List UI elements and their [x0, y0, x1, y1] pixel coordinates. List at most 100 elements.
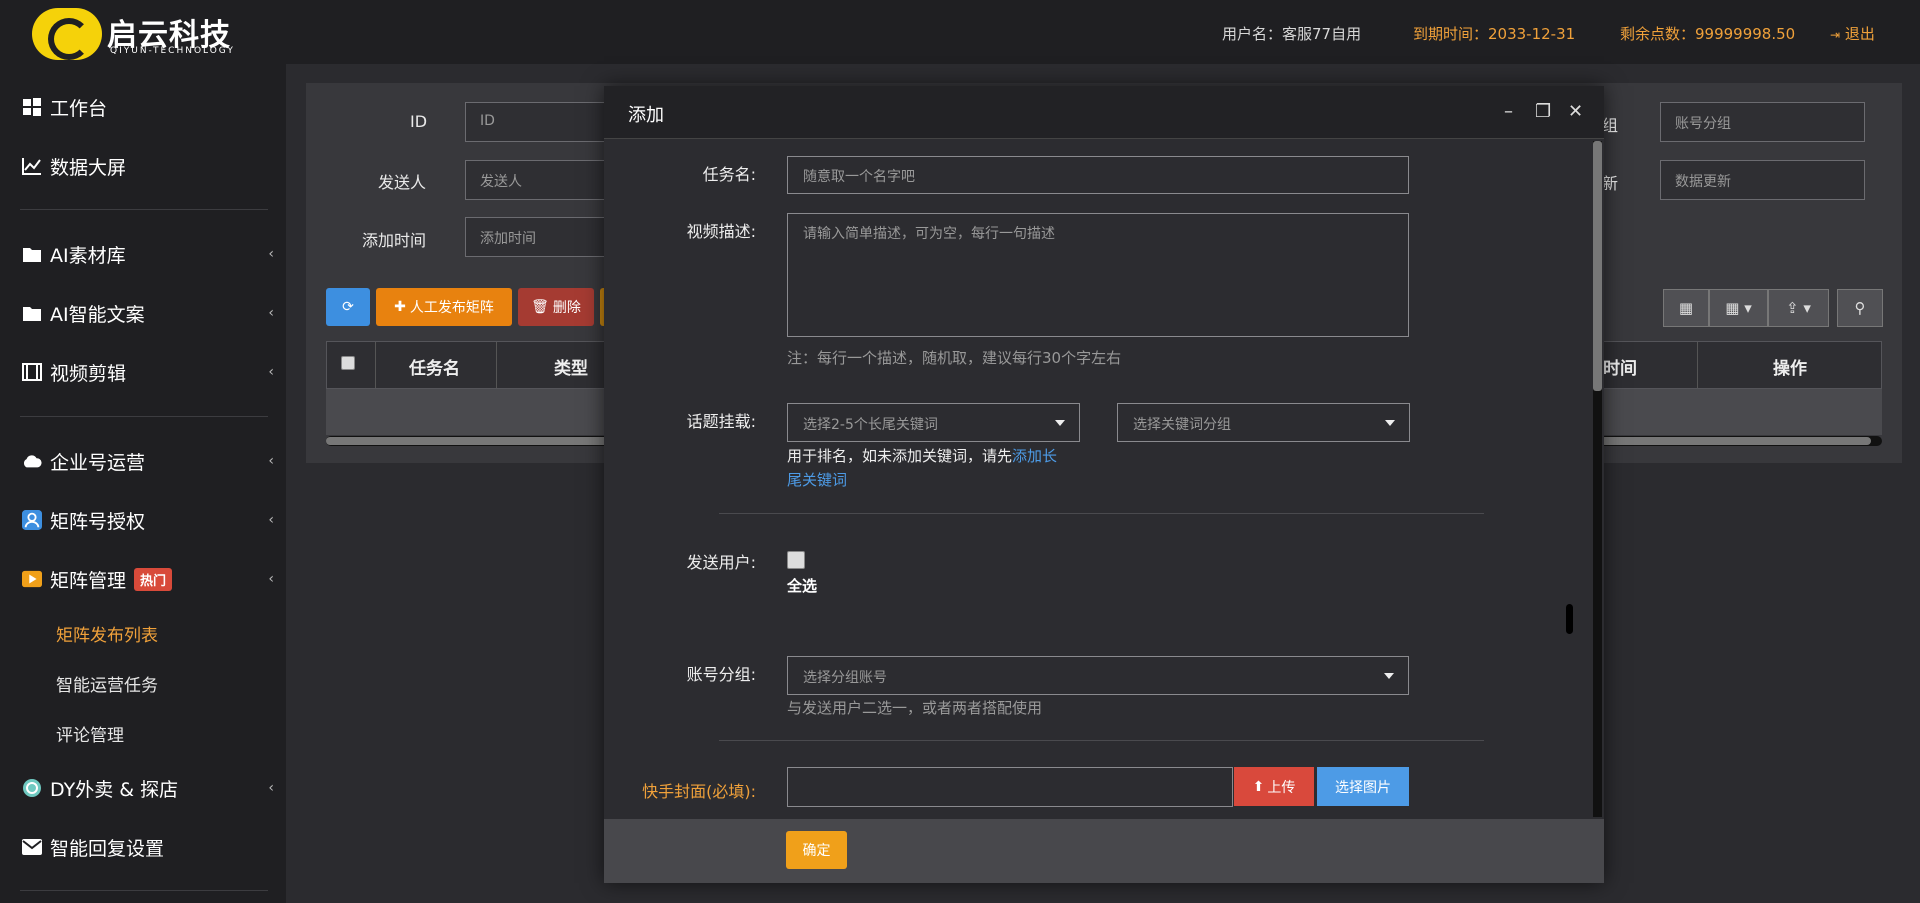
delete-label: 删除 [552, 300, 581, 316]
select-all-checkbox[interactable] [787, 551, 805, 569]
scrollbar-thumb[interactable] [1593, 141, 1602, 391]
col-header-type[interactable]: 类型 [554, 354, 588, 379]
windows-icon [22, 98, 42, 116]
video-desc-textarea[interactable]: 请输入简单描述，可为空，每行一句描述 [787, 213, 1409, 337]
globe-icon [22, 779, 42, 797]
manual-publish-button[interactable]: ✚ 人工发布矩阵 [376, 288, 512, 326]
confirm-button[interactable]: 确定 [786, 831, 847, 869]
cloud-icon [22, 452, 42, 470]
caret-down-icon [1055, 420, 1065, 426]
sidebar-subitem-smart-ops[interactable]: 智能运营任务 [56, 671, 158, 696]
select-all-rows-checkbox[interactable] [341, 356, 355, 370]
choose-image-button[interactable]: 选择图片 [1317, 767, 1409, 806]
logout-label: 退出 [1844, 25, 1875, 43]
export-dropdown-button[interactable]: ⇪ ▾ [1768, 289, 1829, 327]
col-header-time[interactable]: 时间 [1603, 354, 1637, 379]
sidebar-item-ai-material[interactable]: AI素材库 ‹ [22, 234, 274, 274]
kuaishou-cover-input[interactable] [787, 767, 1233, 807]
film-icon [22, 363, 42, 381]
sidebar-divider [20, 416, 268, 417]
divider [719, 740, 1484, 741]
sidebar-item-video-edit[interactable]: 视频剪辑 ‹ [22, 352, 274, 392]
modal-footer: 确定 [604, 819, 1604, 883]
sidebar-item-label: 工作台 [50, 97, 108, 120]
topic-hint-text: 用于排名，如未添加关键词，请先 [787, 447, 1013, 465]
sidebar-item-workbench[interactable]: 工作台 [22, 87, 272, 127]
modal-title: 添加 [628, 105, 664, 126]
sidebar-item-matrix-manage[interactable]: 矩阵管理 热门 ‹ [22, 559, 274, 599]
delete-button[interactable]: 🗑 删除 [518, 288, 594, 326]
sidebar-divider [20, 890, 268, 891]
upload-label: 上传 [1267, 779, 1296, 796]
export-icon: ⇪ ▾ [1786, 299, 1811, 317]
add-keyword-link[interactable]: 添加长 [1012, 447, 1057, 465]
add-time-input[interactable]: 添加时间 [465, 217, 615, 257]
modal-body: 任务名: 随意取一个名字吧 视频描述: 请输入简单描述，可为空，每行一句描述 注… [604, 139, 1604, 819]
chevron-left-icon: ‹ [268, 571, 274, 587]
task-name-input[interactable]: 随意取一个名字吧 [787, 156, 1409, 194]
kuaishou-cover-label: 快手封面(必填): [642, 782, 756, 801]
sidebar-item-matrix-auth[interactable]: 矩阵号授权 ‹ [22, 500, 274, 540]
username-text: 用户名：客服77自用 [1222, 25, 1362, 43]
inner-scroll-indicator[interactable] [1566, 604, 1573, 634]
play-icon [22, 570, 42, 588]
id-input[interactable]: ID [465, 102, 615, 142]
close-icon[interactable]: ✕ [1568, 101, 1583, 122]
sidebar-item-label: 矩阵管理 [50, 569, 127, 592]
sidebar-item-enterprise[interactable]: 企业号运营 ‹ [22, 441, 274, 481]
modal-vertical-scrollbar[interactable] [1593, 141, 1602, 817]
chevron-left-icon: ‹ [268, 246, 274, 262]
modal-header: 添加 – ❐ ✕ [604, 86, 1604, 139]
sender-label: 发送人 [378, 173, 427, 192]
sidebar-item-label: 矩阵号授权 [50, 510, 146, 533]
logo[interactable]: 启云科技 QIYUN-TECHNOLOGY [32, 6, 252, 60]
maximize-icon[interactable]: ❐ [1535, 101, 1551, 122]
calculator-button[interactable]: ▦ [1663, 289, 1709, 327]
col-header-task-name[interactable]: 任务名 [409, 354, 460, 379]
caret-down-icon [1384, 673, 1394, 679]
minimize-icon[interactable]: – [1504, 101, 1513, 122]
topic-hint: 用于排名，如未添加关键词，请先添加长 尾关键词 [787, 444, 1087, 492]
data-update-label: 新 [1602, 174, 1619, 193]
sidebar-subitem-comments[interactable]: 评论管理 [56, 721, 124, 746]
sidebar-subitem-matrix-publish-list[interactable]: 矩阵发布列表 [56, 621, 158, 646]
keyword-group-select[interactable]: 选择关键词分组 [1117, 403, 1410, 442]
send-user-label: 发送用户: [686, 553, 756, 572]
account-group-select[interactable]: 选择分组账号 [787, 656, 1409, 695]
divider [719, 513, 1484, 514]
long-tail-keywords-select[interactable]: 选择2-5个长尾关键词 [787, 403, 1080, 442]
logo-mark-icon [32, 8, 102, 60]
refresh-button[interactable]: ⟳ [326, 288, 370, 326]
columns-dropdown-button[interactable]: ▦ ▾ [1709, 289, 1768, 327]
grid-icon: ▦ ▾ [1725, 299, 1752, 317]
upload-button[interactable]: ⬆ 上传 [1234, 767, 1314, 806]
chevron-left-icon: ‹ [268, 364, 274, 380]
select-all-label: 全选 [787, 577, 818, 595]
data-update-filter-input[interactable]: 数据更新 [1660, 160, 1865, 200]
account-group-label: 组 [1602, 116, 1619, 135]
topic-label: 话题挂载: [686, 412, 756, 431]
sidebar-item-smart-reply[interactable]: 智能回复设置 [22, 827, 272, 867]
chevron-left-icon: ‹ [268, 512, 274, 528]
sidebar-item-dy-takeout[interactable]: DY外卖 & 探店 ‹ [22, 768, 274, 808]
top-bar: 启云科技 QIYUN-TECHNOLOGY 用户名：客服77自用 到期时间：20… [0, 0, 1920, 64]
sidebar-item-ai-copywriting[interactable]: AI智能文案 ‹ [22, 293, 274, 333]
account-group-filter-input[interactable]: 账号分组 [1660, 102, 1865, 142]
search-button[interactable]: ⚲ [1837, 289, 1883, 327]
sidebar-item-data-screen[interactable]: 数据大屏 [22, 146, 272, 186]
plus-icon: ✚ [394, 299, 406, 315]
logout-icon: ⇥ [1830, 28, 1841, 42]
column-divider [375, 342, 376, 388]
add-time-label: 添加时间 [362, 231, 427, 250]
logout-link[interactable]: ⇥ 退出 [1830, 23, 1875, 44]
chevron-left-icon: ‹ [268, 305, 274, 321]
sender-input[interactable]: 发送人 [465, 160, 615, 200]
chevron-left-icon: ‹ [268, 453, 274, 469]
sidebar: 工作台 数据大屏 AI素材库 ‹ AI智能文案 ‹ 视频剪辑 ‹ 企业号运营 ‹ [0, 64, 286, 903]
expire-time-text: 到期时间：2033-12-31 [1413, 25, 1576, 43]
sidebar-item-label: 数据大屏 [50, 156, 127, 179]
folder-icon [22, 304, 42, 322]
sidebar-divider [20, 209, 268, 210]
search-icon: ⚲ [1854, 299, 1866, 317]
add-keyword-link-cont[interactable]: 尾关键词 [787, 471, 847, 489]
